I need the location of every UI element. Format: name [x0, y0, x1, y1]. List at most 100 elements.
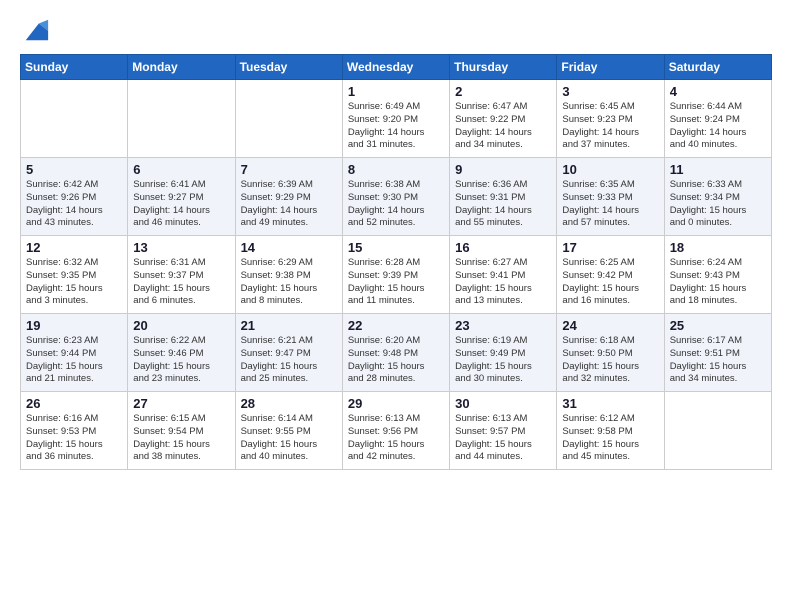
calendar-cell-w2d6: 18 Sunrise: 6:24 AM Sunset: 9:43 PM Dayli…	[664, 236, 771, 314]
day-info: Sunrise: 6:47 AM Sunset: 9:22 PM Dayligh…	[455, 101, 551, 152]
day-number: 12	[26, 240, 122, 255]
day-number: 20	[133, 318, 229, 333]
column-header-monday: Monday	[128, 55, 235, 80]
column-header-sunday: Sunday	[21, 55, 128, 80]
day-info: Sunrise: 6:22 AM Sunset: 9:46 PM Dayligh…	[133, 335, 229, 386]
day-number: 21	[241, 318, 337, 333]
day-info: Sunrise: 6:19 AM Sunset: 9:49 PM Dayligh…	[455, 335, 551, 386]
day-info: Sunrise: 6:39 AM Sunset: 9:29 PM Dayligh…	[241, 179, 337, 230]
day-number: 26	[26, 396, 122, 411]
calendar-cell-w0d0	[21, 80, 128, 158]
calendar-cell-w3d5: 24 Sunrise: 6:18 AM Sunset: 9:50 PM Dayli…	[557, 314, 664, 392]
calendar-cell-w2d4: 16 Sunrise: 6:27 AM Sunset: 9:41 PM Dayli…	[450, 236, 557, 314]
day-info: Sunrise: 6:25 AM Sunset: 9:42 PM Dayligh…	[562, 257, 658, 308]
calendar-cell-w1d1: 6 Sunrise: 6:41 AM Sunset: 9:27 PM Daylig…	[128, 158, 235, 236]
calendar-cell-w4d6	[664, 392, 771, 470]
day-info: Sunrise: 6:41 AM Sunset: 9:27 PM Dayligh…	[133, 179, 229, 230]
day-info: Sunrise: 6:24 AM Sunset: 9:43 PM Dayligh…	[670, 257, 766, 308]
calendar-cell-w2d5: 17 Sunrise: 6:25 AM Sunset: 9:42 PM Dayli…	[557, 236, 664, 314]
day-number: 31	[562, 396, 658, 411]
calendar-cell-w4d1: 27 Sunrise: 6:15 AM Sunset: 9:54 PM Dayli…	[128, 392, 235, 470]
day-info: Sunrise: 6:28 AM Sunset: 9:39 PM Dayligh…	[348, 257, 444, 308]
day-number: 24	[562, 318, 658, 333]
day-info: Sunrise: 6:31 AM Sunset: 9:37 PM Dayligh…	[133, 257, 229, 308]
day-info: Sunrise: 6:42 AM Sunset: 9:26 PM Dayligh…	[26, 179, 122, 230]
calendar-cell-w3d1: 20 Sunrise: 6:22 AM Sunset: 9:46 PM Dayli…	[128, 314, 235, 392]
day-number: 6	[133, 162, 229, 177]
day-info: Sunrise: 6:45 AM Sunset: 9:23 PM Dayligh…	[562, 101, 658, 152]
day-number: 13	[133, 240, 229, 255]
day-info: Sunrise: 6:16 AM Sunset: 9:53 PM Dayligh…	[26, 413, 122, 464]
calendar-cell-w3d2: 21Sunrise: 6:21 AM Sunset: 9:47 PM Dayli…	[235, 314, 342, 392]
day-number: 5	[26, 162, 122, 177]
day-number: 19	[26, 318, 122, 333]
day-number: 11	[670, 162, 766, 177]
day-info: Sunrise: 6:44 AM Sunset: 9:24 PM Dayligh…	[670, 101, 766, 152]
day-number: 7	[241, 162, 337, 177]
calendar-cell-w1d3: 8 Sunrise: 6:38 AM Sunset: 9:30 PM Daylig…	[342, 158, 449, 236]
calendar-cell-w0d5: 3 Sunrise: 6:45 AM Sunset: 9:23 PM Daylig…	[557, 80, 664, 158]
day-info: Sunrise: 6:13 AM Sunset: 9:56 PM Dayligh…	[348, 413, 444, 464]
day-number: 15	[348, 240, 444, 255]
day-number: 29	[348, 396, 444, 411]
calendar-cell-w2d2: 14 Sunrise: 6:29 AM Sunset: 9:38 PM Dayli…	[235, 236, 342, 314]
day-number: 4	[670, 84, 766, 99]
calendar-cell-w3d4: 23 Sunrise: 6:19 AM Sunset: 9:49 PM Dayli…	[450, 314, 557, 392]
calendar-cell-w0d1	[128, 80, 235, 158]
calendar-cell-w2d3: 15 Sunrise: 6:28 AM Sunset: 9:39 PM Dayli…	[342, 236, 449, 314]
logo	[20, 16, 50, 44]
calendar-cell-w4d3: 29 Sunrise: 6:13 AM Sunset: 9:56 PM Dayli…	[342, 392, 449, 470]
day-info: Sunrise: 6:12 AM Sunset: 9:58 PM Dayligh…	[562, 413, 658, 464]
calendar-table: SundayMondayTuesdayWednesdayThursdayFrid…	[20, 54, 772, 470]
column-header-wednesday: Wednesday	[342, 55, 449, 80]
day-info: Sunrise: 6:15 AM Sunset: 9:54 PM Dayligh…	[133, 413, 229, 464]
calendar-cell-w3d6: 25 Sunrise: 6:17 AM Sunset: 9:51 PM Dayli…	[664, 314, 771, 392]
calendar-cell-w3d0: 19 Sunrise: 6:23 AM Sunset: 9:44 PM Dayli…	[21, 314, 128, 392]
day-number: 18	[670, 240, 766, 255]
column-header-saturday: Saturday	[664, 55, 771, 80]
day-number: 8	[348, 162, 444, 177]
day-number: 14	[241, 240, 337, 255]
day-info: Sunrise: 6:35 AM Sunset: 9:33 PM Dayligh…	[562, 179, 658, 230]
calendar-cell-w2d1: 13 Sunrise: 6:31 AM Sunset: 9:37 PM Dayli…	[128, 236, 235, 314]
calendar-cell-w0d4: 2 Sunrise: 6:47 AM Sunset: 9:22 PM Daylig…	[450, 80, 557, 158]
day-number: 10	[562, 162, 658, 177]
logo-icon	[22, 16, 50, 44]
day-info: Sunrise: 6:18 AM Sunset: 9:50 PM Dayligh…	[562, 335, 658, 386]
day-number: 2	[455, 84, 551, 99]
column-header-tuesday: Tuesday	[235, 55, 342, 80]
day-info: Sunrise: 6:13 AM Sunset: 9:57 PM Dayligh…	[455, 413, 551, 464]
day-info: Sunrise: 6:49 AM Sunset: 9:20 PM Dayligh…	[348, 101, 444, 152]
day-number: 16	[455, 240, 551, 255]
day-info: Sunrise: 6:14 AM Sunset: 9:55 PM Dayligh…	[241, 413, 337, 464]
calendar-cell-w1d6: 11Sunrise: 6:33 AM Sunset: 9:34 PM Dayli…	[664, 158, 771, 236]
calendar-cell-w1d4: 9 Sunrise: 6:36 AM Sunset: 9:31 PM Daylig…	[450, 158, 557, 236]
day-info: Sunrise: 6:27 AM Sunset: 9:41 PM Dayligh…	[455, 257, 551, 308]
day-info: Sunrise: 6:20 AM Sunset: 9:48 PM Dayligh…	[348, 335, 444, 386]
day-number: 27	[133, 396, 229, 411]
calendar-cell-w1d2: 7 Sunrise: 6:39 AM Sunset: 9:29 PM Daylig…	[235, 158, 342, 236]
calendar-cell-w0d6: 4 Sunrise: 6:44 AM Sunset: 9:24 PM Daylig…	[664, 80, 771, 158]
calendar-cell-w2d0: 12Sunrise: 6:32 AM Sunset: 9:35 PM Dayli…	[21, 236, 128, 314]
day-info: Sunrise: 6:23 AM Sunset: 9:44 PM Dayligh…	[26, 335, 122, 386]
day-info: Sunrise: 6:38 AM Sunset: 9:30 PM Dayligh…	[348, 179, 444, 230]
column-header-thursday: Thursday	[450, 55, 557, 80]
day-info: Sunrise: 6:17 AM Sunset: 9:51 PM Dayligh…	[670, 335, 766, 386]
day-number: 30	[455, 396, 551, 411]
calendar-cell-w0d3: 1Sunrise: 6:49 AM Sunset: 9:20 PM Daylig…	[342, 80, 449, 158]
day-info: Sunrise: 6:29 AM Sunset: 9:38 PM Dayligh…	[241, 257, 337, 308]
day-number: 25	[670, 318, 766, 333]
day-info: Sunrise: 6:36 AM Sunset: 9:31 PM Dayligh…	[455, 179, 551, 230]
calendar-cell-w4d5: 31 Sunrise: 6:12 AM Sunset: 9:58 PM Dayli…	[557, 392, 664, 470]
calendar-cell-w4d0: 26 Sunrise: 6:16 AM Sunset: 9:53 PM Dayli…	[21, 392, 128, 470]
calendar-cell-w4d4: 30 Sunrise: 6:13 AM Sunset: 9:57 PM Dayli…	[450, 392, 557, 470]
day-number: 28	[241, 396, 337, 411]
day-number: 23	[455, 318, 551, 333]
calendar-cell-w4d2: 28 Sunrise: 6:14 AM Sunset: 9:55 PM Dayli…	[235, 392, 342, 470]
day-number: 3	[562, 84, 658, 99]
day-number: 9	[455, 162, 551, 177]
header	[20, 16, 772, 44]
day-number: 17	[562, 240, 658, 255]
calendar-cell-w1d5: 10 Sunrise: 6:35 AM Sunset: 9:33 PM Dayli…	[557, 158, 664, 236]
calendar-cell-w3d3: 22Sunrise: 6:20 AM Sunset: 9:48 PM Dayli…	[342, 314, 449, 392]
